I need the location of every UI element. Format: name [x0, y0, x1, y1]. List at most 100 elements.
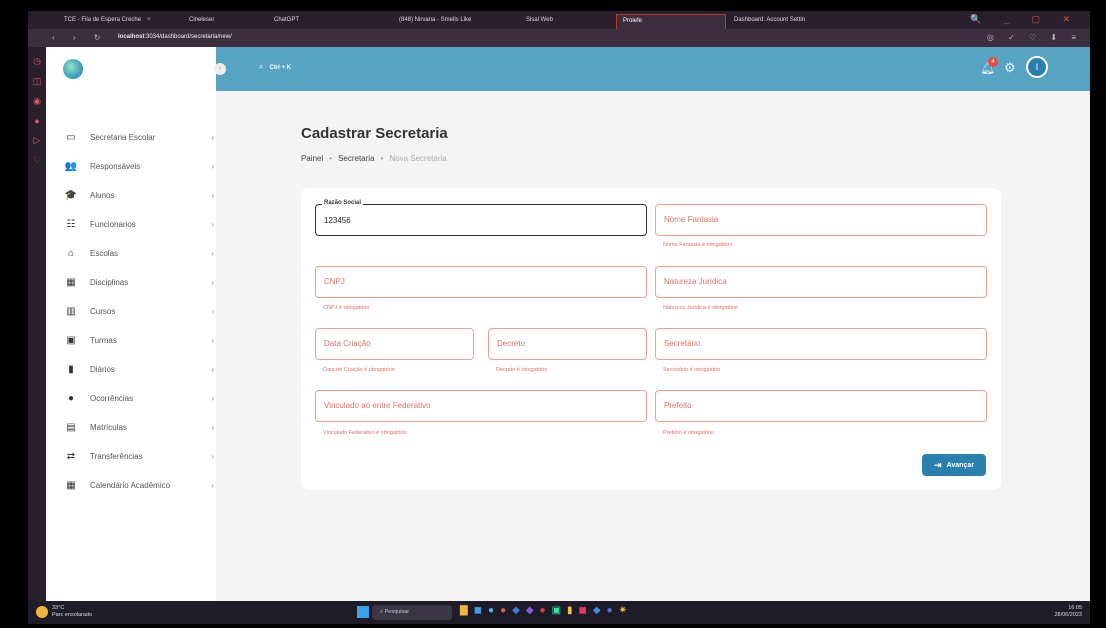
chevron-right-icon: › — [211, 451, 214, 461]
chevron-right-icon: › — [211, 306, 214, 316]
page-title: Cadastrar Secretaria — [301, 125, 448, 142]
taskbar-search[interactable]: ⌕ Pesquisar — [372, 605, 452, 620]
chevron-right-icon: › — [211, 422, 214, 432]
sidebar-item-funcionarios[interactable]: ☷ Funcionarios › — [64, 214, 214, 234]
top-bar: ⌕ Ctrl + K 🔔︎ 4 ⚙ I — [216, 47, 1090, 91]
monitor-icon: ▭ — [66, 131, 76, 143]
decreto-error: Decreto é obrigatório — [496, 367, 548, 373]
sidebar-item-diarios[interactable]: ▮ Diários › — [64, 359, 214, 379]
weather-widget[interactable]: 33°C Parc ensolarado — [36, 605, 92, 619]
sidebar-item-calendario[interactable]: ▦ Calendário Acadêmico › — [64, 475, 214, 495]
cnpj-error: CNPJ é obrigatório — [323, 305, 370, 311]
classroom-icon: ▣ — [66, 334, 76, 346]
prefeito-field[interactable]: Prefeito — [655, 390, 987, 422]
enrollment-icon: ▤ — [66, 421, 76, 433]
prefeito-error: Prefeito é obrigatório — [663, 430, 715, 436]
chevron-right-icon: › — [211, 190, 214, 200]
chevron-right-icon: › — [211, 219, 214, 229]
natureza-juridica-field[interactable]: Natureza Jurídica — [655, 266, 987, 298]
browser-tab[interactable]: Sisal Web — [520, 14, 615, 29]
breadcrumb-item[interactable]: Secretaria — [338, 154, 374, 163]
sidebar-item-alunos[interactable]: 🎓 Alunos › — [64, 185, 214, 205]
chevron-right-icon: › — [211, 364, 214, 374]
secretario-field[interactable]: Secretário — [655, 328, 987, 360]
taskbar: 33°C Parc ensolarado ⌕ Pesquisar ▇◼●●◆◆●▣… — [28, 601, 1090, 624]
search-button[interactable]: ⌕ Ctrl + K — [259, 62, 291, 72]
nome-fantasia-field[interactable]: Nome Fantasia — [655, 204, 987, 236]
sidebar-collapse-button[interactable]: ‹ — [214, 63, 226, 75]
window-controls[interactable]: 🔍 _ ▢ ✕ — [970, 14, 1080, 25]
history-icon[interactable]: ◷ — [28, 56, 46, 67]
cnpj-field[interactable]: CNPJ — [315, 266, 647, 298]
browser-tab[interactable]: TCE - Fila de Espera Creche × — [58, 14, 178, 29]
vinculado-error: Vinculado Federativo é obrigatório — [323, 430, 407, 436]
browser-toolbar-icons[interactable]: ◎ ✓ ♡ ⬇ ≡ — [987, 33, 1082, 42]
sidebar: ▭ Secretaria Escolar › 👥 Responsáveis › 🎓 Alu… — [46, 47, 216, 607]
secretario-error: Secretário é obrigatório — [663, 367, 721, 373]
avatar[interactable]: I — [1026, 56, 1048, 78]
url-field[interactable]: localhost:3034/dashboard/secretaria/new/ — [118, 34, 232, 40]
bag-icon[interactable]: ◫ — [28, 76, 46, 87]
breadcrumb: Painel • Secretaria • Nova Secretaria — [301, 154, 447, 163]
school-icon: ⌂ — [67, 247, 75, 259]
notification-badge: 4 — [988, 57, 998, 67]
chevron-right-icon: › — [211, 335, 214, 345]
natureza-juridica-error: Natureza Jurídica é obrigatório — [663, 305, 739, 311]
form-card: Razão Social 123456 Nome Fantasia Nome F… — [301, 188, 1001, 490]
library-icon: ▥ — [66, 305, 76, 317]
razao-social-field[interactable]: Razão Social 123456 — [315, 200, 647, 236]
calendar-icon: ▦ — [66, 479, 76, 491]
chevron-right-icon: › — [211, 393, 214, 403]
sidebar-item-ocorrencias[interactable]: ● Ocorrências › — [64, 388, 214, 408]
sidebar-item-responsaveis[interactable]: 👥 Responsáveis › — [64, 156, 214, 176]
journal-icon: ▮ — [68, 363, 74, 375]
avancar-button[interactable]: ⇥ Avançar — [922, 454, 986, 476]
sidebar-item-secretaria[interactable]: ▭ Secretaria Escolar › — [64, 127, 214, 147]
clock[interactable]: 16:05 28/06/2023 — [1054, 605, 1082, 619]
browser-tab[interactable]: Cineleser — [183, 14, 253, 29]
gear-icon[interactable]: ⚙ — [1004, 60, 1016, 76]
group-icon: ☷ — [66, 218, 76, 230]
vinculado-field[interactable]: Vinculado ao entre Federativo — [315, 390, 647, 422]
whatsapp-icon[interactable]: ● — [28, 116, 46, 126]
sidebar-item-transferencias[interactable]: ⇄ Transferências › — [64, 446, 214, 466]
graduation-cap-icon: 🎓 — [64, 189, 78, 201]
login-arrow-icon: ⇥ — [934, 459, 942, 470]
sidebar-item-matriculas[interactable]: ▤ Matrículas › — [64, 417, 214, 437]
player-icon[interactable]: ▷ — [28, 135, 46, 146]
chevron-right-icon: › — [211, 480, 214, 490]
decreto-field[interactable]: Decreto — [488, 328, 647, 360]
chevron-right-icon: › — [211, 161, 214, 171]
chevron-right-icon: › — [211, 277, 214, 287]
data-criacao-error: Data de Criação é obrigatório — [323, 367, 395, 373]
sidebar-item-cursos[interactable]: ▥ Cursos › — [64, 301, 214, 321]
chevron-right-icon: › — [211, 248, 214, 258]
data-criacao-field[interactable]: Data Criação — [315, 328, 474, 360]
address-bar: ‹ › ↻ localhost:3034/dashboard/secretari… — [28, 29, 1090, 47]
browser-tab[interactable]: ChatGPT — [268, 14, 388, 29]
breadcrumb-item[interactable]: Painel — [301, 154, 323, 163]
breadcrumb-current: Nova Secretaria — [389, 154, 447, 163]
screen: TCE - Fila de Espera Creche × Cineleser C… — [28, 11, 1090, 624]
chevron-right-icon: › — [211, 132, 214, 142]
sidebar-item-disciplinas[interactable]: ▦ Disciplinas › — [64, 272, 214, 292]
transfer-icon: ⇄ — [66, 450, 76, 462]
browser-tab[interactable]: Dashboard: Account Settin — [728, 14, 848, 29]
heart-icon[interactable]: ♡ — [28, 155, 46, 166]
instagram-icon[interactable]: ◉ — [28, 96, 46, 107]
nome-fantasia-error: Nome Fantasia é obrigatório — [663, 242, 733, 248]
browser-sidebar: ◷ ◫ ◉ ● ▷ ♡ — [28, 47, 46, 607]
taskbar-app-icons[interactable]: ▇◼●●◆◆●▣▮◼◆●✷ — [460, 605, 633, 616]
nav-buttons[interactable]: ‹ › ↻ — [52, 33, 108, 42]
browser-tab-bar: TCE - Fila de Espera Creche × Cineleser C… — [28, 11, 1090, 29]
windows-start-button[interactable] — [357, 606, 369, 618]
app: ▭ Secretaria Escolar › 👥 Responsáveis › 🎓 Alu… — [46, 47, 1090, 607]
app-logo — [63, 59, 83, 79]
browser-tab[interactable]: (848) Nirvana - Smells Like — [393, 14, 518, 29]
sidebar-item-turmas[interactable]: ▣ Turmas › — [64, 330, 214, 350]
books-icon: ▦ — [66, 276, 76, 288]
sidebar-item-escolas[interactable]: ⌂ Escolas › — [64, 243, 214, 263]
browser-tab-active[interactable]: Proiefe — [616, 14, 726, 29]
sun-icon — [36, 606, 48, 618]
search-icon: ⌕ — [259, 62, 264, 71]
